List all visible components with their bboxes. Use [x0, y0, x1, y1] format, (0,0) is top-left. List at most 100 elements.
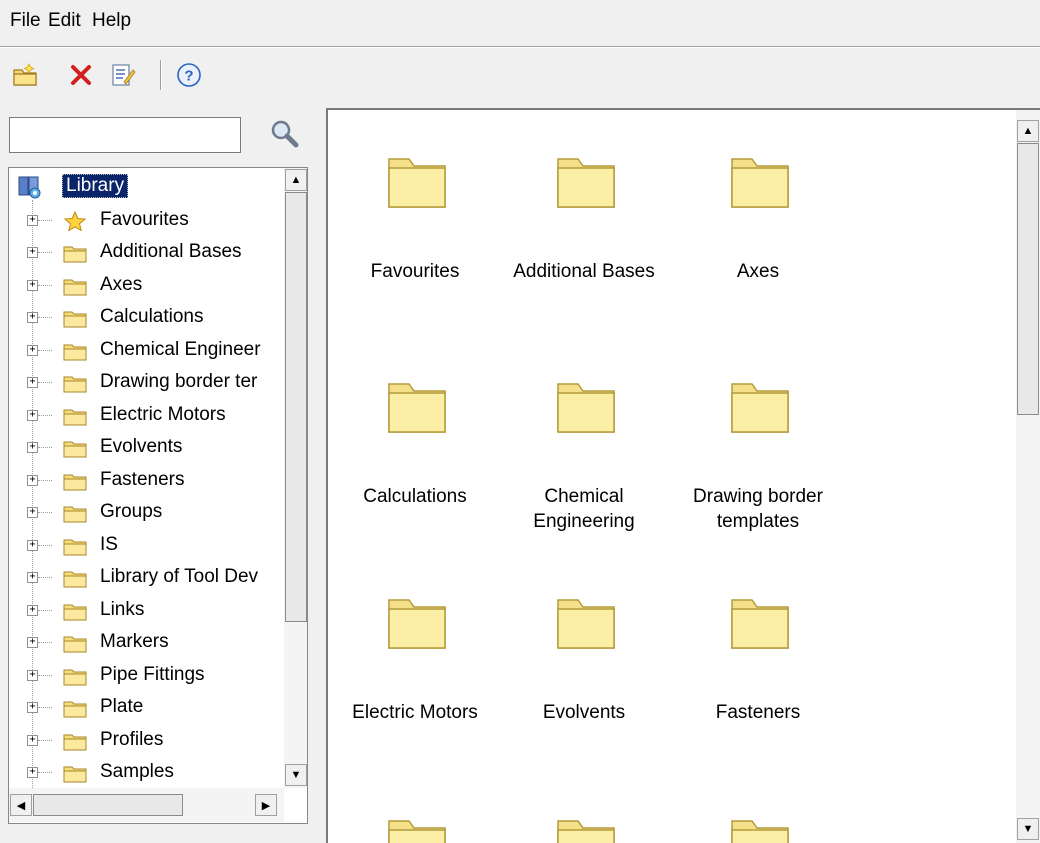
tree-item[interactable]: + Groups	[9, 497, 284, 530]
folder-icon	[388, 820, 446, 843]
expand-toggle-icon[interactable]: +	[27, 734, 38, 746]
h-scroll-thumb[interactable]	[33, 794, 183, 816]
tree-item[interactable]: + Pipe Fittings	[9, 660, 284, 693]
menu-file[interactable]: File	[10, 10, 41, 32]
tree-connector	[38, 219, 52, 221]
folder-tile-label: Favourites	[370, 261, 460, 282]
tree-item[interactable]: + Library of Tool Dev	[9, 562, 284, 595]
svg-text:?: ?	[184, 68, 193, 85]
search-button[interactable]	[266, 116, 302, 152]
scroll-thumb[interactable]	[285, 192, 307, 622]
content-scroll-up-arrow[interactable]: ▲	[1017, 120, 1039, 142]
library-tree[interactable]: Library + Favourites + Additional Bases + Axe…	[8, 167, 308, 824]
folder-tile-label: Fasteners	[715, 702, 801, 723]
new-folder-icon	[13, 63, 37, 86]
tree-connector	[38, 674, 52, 676]
folder-icon	[63, 539, 87, 555]
tree-item[interactable]: + Chemical Engineer	[9, 335, 284, 368]
tree-item-label: Groups	[100, 501, 163, 522]
expand-toggle-icon[interactable]: +	[27, 344, 38, 356]
tree-root-library[interactable]: Library	[9, 172, 284, 205]
expand-toggle-icon[interactable]: +	[27, 312, 38, 323]
new-folder-button[interactable]	[10, 60, 40, 90]
panel-splitter[interactable]	[317, 108, 325, 843]
expand-toggle-icon[interactable]: +	[27, 669, 38, 681]
tree-connector	[38, 707, 52, 708]
tree-item-label: Evolvents	[100, 436, 183, 457]
folder-icon	[63, 474, 87, 490]
delete-button[interactable]	[66, 60, 96, 90]
tree-connector	[38, 544, 52, 546]
folder-icon	[63, 376, 87, 393]
expand-toggle-icon[interactable]: +	[27, 474, 38, 486]
tree-item[interactable]: + IS	[9, 530, 284, 563]
tree-item[interactable]: + Links	[9, 595, 284, 628]
scroll-left-arrow[interactable]: ◀	[10, 794, 32, 816]
expand-toggle-icon[interactable]: +	[27, 539, 38, 551]
expand-toggle-icon[interactable]: +	[27, 572, 38, 583]
scroll-down-arrow[interactable]: ▼	[285, 764, 307, 786]
tree-item-label: Pipe Fittings	[100, 663, 205, 685]
tree-connector	[38, 382, 52, 383]
expand-toggle-icon[interactable]: +	[27, 247, 38, 258]
folder-content-view[interactable]: Favourites Additional Bases Axes Calculatio…	[326, 108, 1040, 843]
expand-toggle-icon[interactable]: +	[27, 637, 38, 648]
expand-toggle-icon[interactable]: +	[27, 702, 38, 713]
tree-item[interactable]: + Favourites	[9, 205, 284, 238]
help-button[interactable]: ?	[174, 60, 204, 90]
folder-tile-label: Evolvents	[542, 702, 626, 723]
folder-icon	[388, 383, 446, 433]
search-input[interactable]	[9, 117, 241, 153]
expand-toggle-icon[interactable]: +	[27, 279, 38, 291]
tree-item[interactable]: + Fasteners	[9, 465, 284, 498]
folder-icon	[63, 409, 87, 425]
folder-icon	[388, 599, 446, 649]
tree-item[interactable]: + Evolvents	[9, 432, 284, 465]
delete-icon	[71, 65, 91, 85]
folder-icon	[557, 158, 615, 208]
tree-item-label: Additional Bases	[100, 241, 242, 262]
help-icon: ?	[177, 63, 201, 87]
content-scroll-down-arrow[interactable]: ▼	[1017, 818, 1039, 840]
tree-connector	[38, 349, 52, 351]
expand-toggle-icon[interactable]: +	[27, 442, 38, 453]
expand-toggle-icon[interactable]: +	[27, 214, 38, 226]
tree-item[interactable]: + Markers	[9, 627, 284, 660]
scroll-up-arrow[interactable]: ▲	[285, 169, 307, 191]
library-icon	[18, 176, 41, 199]
tree-item[interactable]: + Drawing border ter	[9, 367, 284, 400]
folder-tile-label: Axes	[736, 261, 780, 282]
expand-toggle-icon[interactable]: +	[27, 604, 38, 616]
tree-item-label: Links	[100, 598, 145, 620]
menu-help[interactable]: Help	[92, 10, 131, 32]
tree-vertical-scrollbar[interactable]: ▲ ▼	[284, 168, 307, 788]
tree-item[interactable]: + Plate	[9, 692, 284, 725]
folder-icon	[63, 636, 87, 653]
expand-toggle-icon[interactable]: +	[27, 767, 38, 778]
tree-connector	[38, 479, 52, 481]
tree-connector	[38, 284, 52, 286]
tree-horizontal-scrollbar[interactable]: ◀ ▶	[9, 788, 284, 822]
tree-item[interactable]: + Profiles	[9, 725, 284, 758]
content-vertical-scrollbar[interactable]: ▲ ▼	[1016, 110, 1040, 843]
folder-icon	[63, 734, 87, 750]
properties-button[interactable]	[108, 60, 138, 90]
folder-icon	[63, 311, 87, 328]
tree-item[interactable]: + Calculations	[9, 302, 284, 335]
tree-item[interactable]: + Axes	[9, 270, 284, 303]
expand-toggle-icon[interactable]: +	[27, 377, 38, 388]
expand-toggle-icon[interactable]: +	[27, 409, 38, 421]
expand-toggle-icon[interactable]: +	[27, 507, 38, 518]
tree-item[interactable]: + Samples	[9, 757, 284, 790]
tree-item-label: Markers	[100, 631, 169, 652]
tree-item[interactable]: + Electric Motors	[9, 400, 284, 433]
menu-edit[interactable]: Edit	[48, 10, 81, 32]
folder-tile-label: Electric Motors	[352, 702, 478, 723]
properties-icon	[112, 64, 136, 86]
folder-icon	[557, 383, 615, 433]
folder-icon	[557, 599, 615, 649]
content-scroll-thumb[interactable]	[1017, 143, 1039, 415]
folder-tile-label: Drawing border templates	[693, 486, 823, 532]
tree-item[interactable]: + Additional Bases	[9, 237, 284, 270]
scroll-right-arrow[interactable]: ▶	[255, 794, 277, 816]
